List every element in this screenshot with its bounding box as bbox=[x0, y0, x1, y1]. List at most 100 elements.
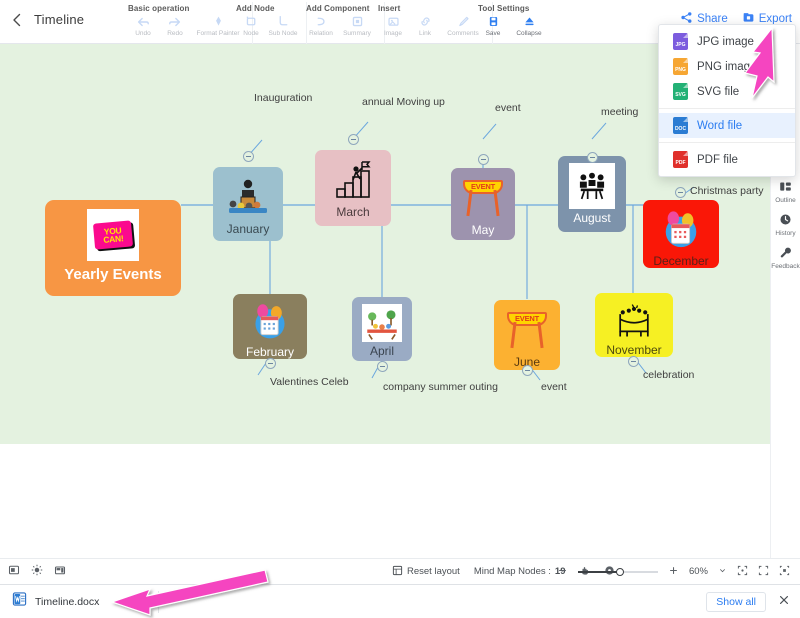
insert-link-label: Link bbox=[419, 30, 431, 37]
collapse-toggle-november[interactable] bbox=[628, 356, 639, 367]
save-button[interactable]: Save bbox=[477, 14, 509, 37]
zoom-in-button[interactable] bbox=[668, 565, 679, 579]
mindmap-node-may[interactable]: EVENT May bbox=[451, 168, 515, 240]
outline-icon bbox=[779, 180, 792, 196]
export-option-pdf[interactable]: PDF PDF file bbox=[659, 147, 795, 172]
add-subnode-button[interactable]: Sub Node bbox=[267, 14, 299, 37]
node-label: March bbox=[336, 205, 370, 219]
toolbar-group-add-node: Add Node Node Sub Node bbox=[228, 2, 307, 44]
collapse-toggle-december[interactable] bbox=[675, 187, 686, 198]
collapse-toggle-june[interactable] bbox=[522, 365, 533, 376]
annotation-annual-moving-up: annual Moving up bbox=[362, 96, 445, 108]
link-icon bbox=[419, 14, 432, 29]
node-label: January bbox=[226, 222, 270, 236]
zoom-controls: 60% bbox=[557, 565, 790, 579]
redo-button[interactable]: Redo bbox=[159, 14, 191, 37]
mindmap-app-window: Timeline Basic operation Undo Redo Forma… bbox=[0, 0, 800, 618]
node-label: April bbox=[369, 344, 394, 358]
zoom-level-value: 60% bbox=[688, 566, 708, 577]
insert-image-button[interactable]: Image bbox=[377, 14, 409, 37]
summary-label: Summary bbox=[343, 30, 371, 37]
collapse-toggle-april[interactable] bbox=[377, 361, 388, 372]
collapse-toggle-may[interactable] bbox=[478, 154, 489, 165]
close-download-bar-button[interactable] bbox=[778, 594, 790, 609]
center-view-icon[interactable] bbox=[779, 565, 790, 579]
zoom-out-button[interactable] bbox=[557, 565, 568, 579]
add-subnode-label: Sub Node bbox=[268, 30, 298, 37]
export-option-png[interactable]: PNG PNG image bbox=[659, 54, 795, 79]
speaker-podium-icon bbox=[225, 174, 271, 220]
fullscreen-icon[interactable] bbox=[758, 565, 769, 579]
zoom-slider-knob[interactable] bbox=[615, 567, 624, 576]
node-label: February bbox=[245, 345, 295, 359]
reset-layout-icon bbox=[392, 565, 403, 579]
relation-button[interactable]: Relation bbox=[305, 14, 337, 37]
export-option-jpg[interactable]: JPG JPG image bbox=[659, 29, 795, 54]
note-panel-icon[interactable] bbox=[8, 564, 20, 579]
sidebar-item-history[interactable]: History bbox=[771, 213, 800, 237]
export-option-word[interactable]: DOC Word file bbox=[659, 113, 795, 138]
theme-brightness-icon[interactable] bbox=[31, 564, 43, 579]
back-button[interactable] bbox=[8, 11, 26, 29]
insert-link-button[interactable]: Link bbox=[409, 14, 441, 37]
word-file-icon: DOC bbox=[673, 117, 688, 134]
fit-screen-icon[interactable] bbox=[737, 565, 748, 579]
reset-layout-button[interactable]: Reset layout bbox=[392, 565, 460, 579]
mindmap-node-november[interactable]: November bbox=[595, 293, 673, 357]
jpg-file-icon: JPG bbox=[673, 33, 688, 50]
collapse-toggle-january[interactable] bbox=[243, 151, 254, 162]
mindmap-node-january[interactable]: January bbox=[213, 167, 283, 241]
export-dropdown-menu[interactable]: JPG JPG image PNG PNG image SVG SVG file… bbox=[658, 24, 796, 177]
group-title: Add Component bbox=[306, 4, 370, 13]
mindmap-node-june[interactable]: EVENT June bbox=[494, 300, 560, 370]
sidebar-item-outline[interactable]: Outline bbox=[771, 180, 800, 204]
mindmap-node-august[interactable]: August bbox=[558, 156, 626, 232]
page-title: Timeline bbox=[34, 12, 85, 27]
png-file-icon: PNG bbox=[673, 58, 688, 75]
group-title: Add Node bbox=[236, 4, 275, 13]
sidebar-label-outline: Outline bbox=[775, 197, 796, 204]
calendar-balloons-icon bbox=[247, 301, 293, 343]
save-label: Save bbox=[485, 30, 501, 37]
annotation-christmas-party: Christmas party bbox=[690, 185, 764, 197]
sidebar-item-feedback[interactable]: Feedback bbox=[771, 246, 800, 270]
mindmap-node-december[interactable]: December bbox=[643, 200, 719, 268]
collapse-toggle-august[interactable] bbox=[587, 152, 598, 163]
word-doc-icon bbox=[12, 591, 27, 612]
export-option-label: PDF file bbox=[697, 153, 738, 166]
picnic-outing-icon bbox=[362, 304, 402, 342]
zoom-slider[interactable] bbox=[577, 567, 658, 576]
mindmap-node-march[interactable]: March bbox=[315, 150, 391, 226]
download-item[interactable]: Timeline.docx bbox=[12, 591, 99, 612]
mindmap-node-april[interactable]: April bbox=[352, 297, 412, 361]
layout-style-icon[interactable] bbox=[54, 564, 66, 579]
collapse-toggle-february[interactable] bbox=[265, 358, 276, 369]
event-banner-icon: EVENT bbox=[504, 307, 550, 353]
wrench-feedback-icon bbox=[779, 246, 792, 262]
mindmap-node-february[interactable]: February bbox=[233, 294, 307, 359]
collapse-label: Collapse bbox=[516, 30, 542, 37]
show-all-downloads-button[interactable]: Show all bbox=[706, 591, 766, 612]
export-option-svg[interactable]: SVG SVG file bbox=[659, 79, 795, 104]
mindmap-central-node[interactable]: YOU CAN! Yearly Events bbox=[45, 200, 181, 296]
add-node-label: Node bbox=[243, 30, 259, 37]
add-node-button[interactable]: Node bbox=[235, 14, 267, 37]
collapse-toggle-march[interactable] bbox=[348, 134, 359, 145]
annotation-inauguration: Inauguration bbox=[254, 92, 313, 104]
save-disk-icon bbox=[487, 14, 500, 29]
collapse-button[interactable]: Collapse bbox=[509, 14, 549, 37]
node-count: Mind Map Nodes : 19 bbox=[474, 566, 566, 577]
undo-button[interactable]: Undo bbox=[127, 14, 159, 37]
node-count-label: Mind Map Nodes : bbox=[473, 566, 551, 577]
chevron-down-icon[interactable] bbox=[718, 566, 727, 578]
annotation-celebration: celebration bbox=[643, 369, 695, 381]
undo-arrow-icon bbox=[136, 14, 150, 29]
node-label: May bbox=[471, 223, 495, 237]
annotation-valentines-celeb: Valentines Celeb bbox=[270, 376, 349, 388]
group-title: Tool Settings bbox=[478, 4, 530, 13]
format-painter-icon bbox=[212, 14, 225, 29]
summary-icon bbox=[351, 14, 364, 29]
achievement-steps-icon bbox=[330, 157, 376, 203]
status-bar: Reset layout Mind Map Nodes : 19 60% bbox=[0, 558, 800, 584]
sidebar-label-history: History bbox=[775, 230, 796, 237]
